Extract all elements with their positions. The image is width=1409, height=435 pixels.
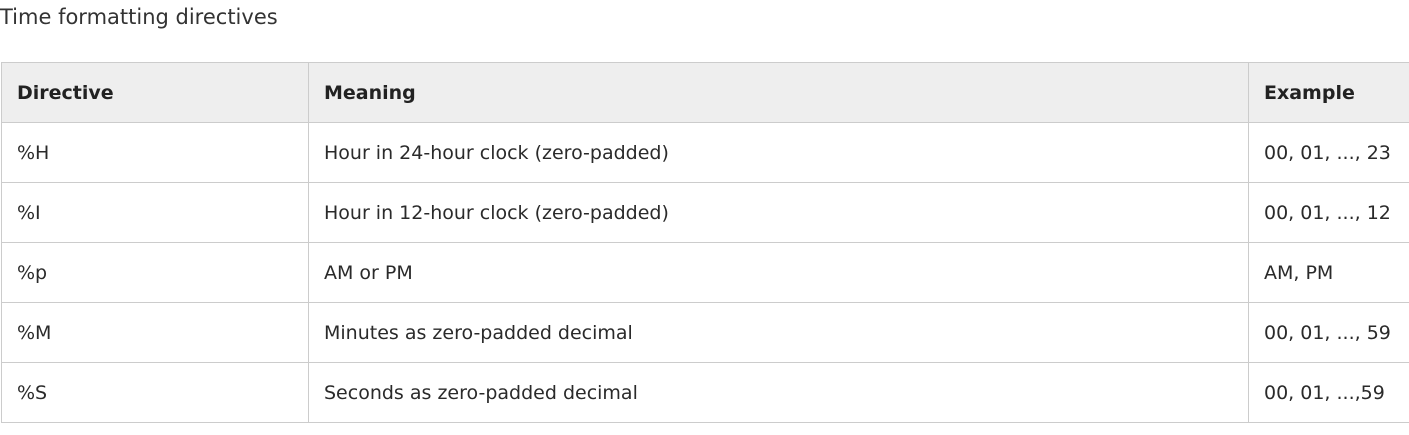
directive-cell: %S [1,362,309,423]
directives-table: Directive Meaning Example %H Hour in 24-… [1,62,1409,423]
table-row: %I Hour in 12-hour clock (zero-padded) 0… [1,182,1409,243]
directives-table-container: Directive Meaning Example %H Hour in 24-… [1,62,1409,423]
example-cell: 00, 01, ..., 12 [1248,182,1409,243]
example-cell: 00, 01, ...,59 [1248,362,1409,423]
directive-cell: %H [1,122,309,183]
meaning-cell: Hour in 24-hour clock (zero-padded) [308,122,1249,183]
directive-cell: %p [1,242,309,303]
table-row: %H Hour in 24-hour clock (zero-padded) 0… [1,122,1409,183]
table-header-row: Directive Meaning Example [1,62,1409,123]
table-row: %p AM or PM AM, PM [1,242,1409,303]
column-header-meaning: Meaning [308,62,1249,123]
example-cell: 00, 01, ..., 23 [1248,122,1409,183]
column-header-example: Example [1248,62,1409,123]
example-cell: AM, PM [1248,242,1409,303]
meaning-cell: AM or PM [308,242,1249,303]
meaning-cell: Minutes as zero-padded decimal [308,302,1249,363]
section-heading: Time formatting directives [0,5,278,29]
table-row: %M Minutes as zero-padded decimal 00, 01… [1,302,1409,363]
directive-cell: %I [1,182,309,243]
meaning-cell: Hour in 12-hour clock (zero-padded) [308,182,1249,243]
column-header-directive: Directive [1,62,309,123]
meaning-cell: Seconds as zero-padded decimal [308,362,1249,423]
table-row: %S Seconds as zero-padded decimal 00, 01… [1,362,1409,423]
example-cell: 00, 01, ..., 59 [1248,302,1409,363]
directive-cell: %M [1,302,309,363]
